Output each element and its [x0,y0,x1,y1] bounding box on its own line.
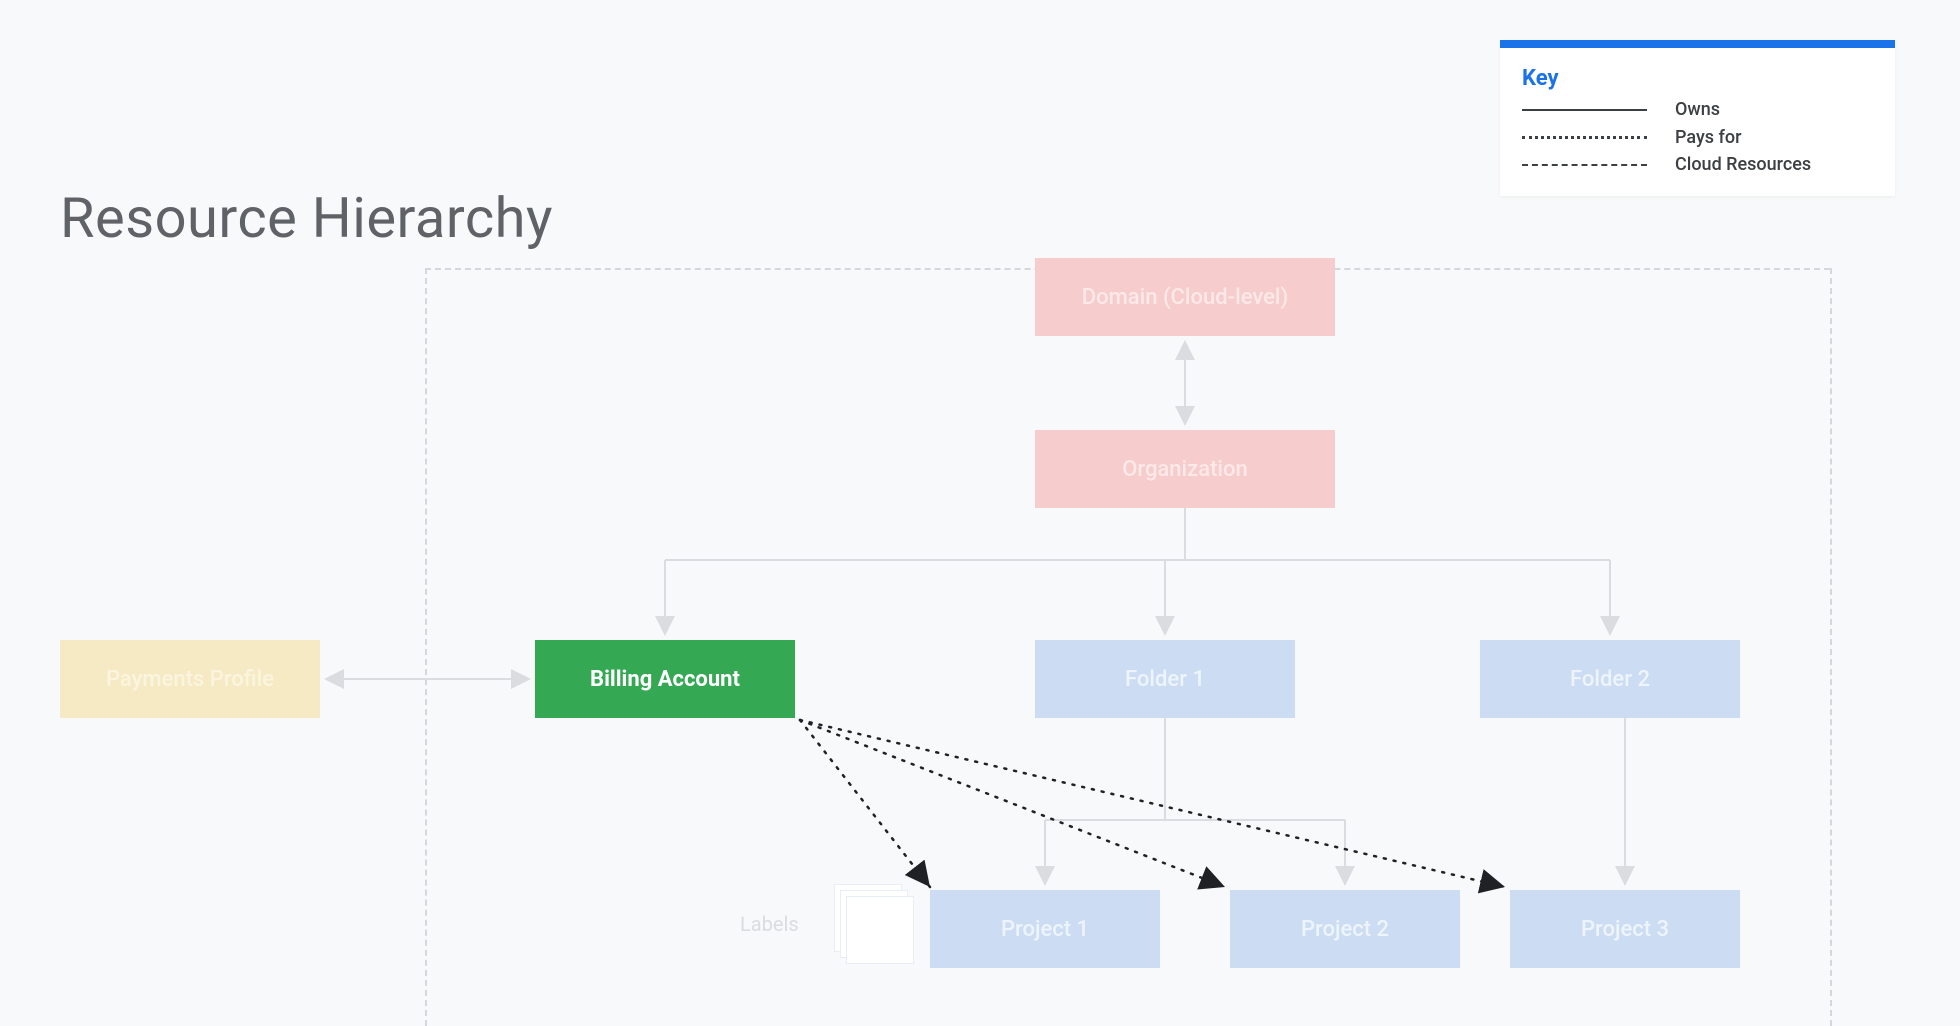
node-folder2-label: Folder 2 [1570,667,1650,692]
node-domain: Domain (Cloud-level) [1035,258,1335,336]
node-project2-label: Project 2 [1301,917,1389,942]
node-organization: Organization [1035,430,1335,508]
node-billing-account: Billing Account [535,640,795,718]
legend-label-owns: Owns [1675,99,1720,121]
line-solid-icon [1522,109,1647,111]
node-project-1: Project 1 [930,890,1160,968]
node-payments-label: Payments Profile [106,667,274,692]
node-project3-label: Project 3 [1581,917,1669,942]
legend-row-paysfor: Pays for [1522,127,1873,149]
node-folder-1: Folder 1 [1035,640,1295,718]
node-folder1-label: Folder 1 [1125,667,1205,692]
legend-row-cloud: Cloud Resources [1522,154,1873,176]
legend-heading: Key [1522,66,1873,91]
line-dashed-icon [1522,164,1647,166]
node-project-3: Project 3 [1510,890,1740,968]
page-title: Resource Hierarchy [60,185,553,251]
node-billing-label: Billing Account [590,667,740,692]
connector-billing-project2 [800,720,1225,887]
node-project-2: Project 2 [1230,890,1460,968]
legend-panel: Key Owns Pays for Cloud Resources [1500,40,1895,196]
node-payments-profile: Payments Profile [60,640,320,718]
labels-caption: Labels [740,912,799,936]
legend-label-paysfor: Pays for [1675,127,1741,149]
labels-stack-icon [834,884,912,962]
node-domain-label: Domain (Cloud-level) [1082,285,1288,310]
connector-billing-project1 [800,720,930,887]
connector-billing-project3 [800,720,1505,887]
legend-row-owns: Owns [1522,99,1873,121]
node-folder-2: Folder 2 [1480,640,1740,718]
legend-label-cloud: Cloud Resources [1675,154,1811,176]
node-project1-label: Project 1 [1001,917,1089,942]
node-organization-label: Organization [1122,457,1248,482]
cloud-resources-frame-right [1830,268,1832,1026]
line-dotted-icon [1522,136,1647,139]
cloud-resources-frame-left [425,268,427,1026]
